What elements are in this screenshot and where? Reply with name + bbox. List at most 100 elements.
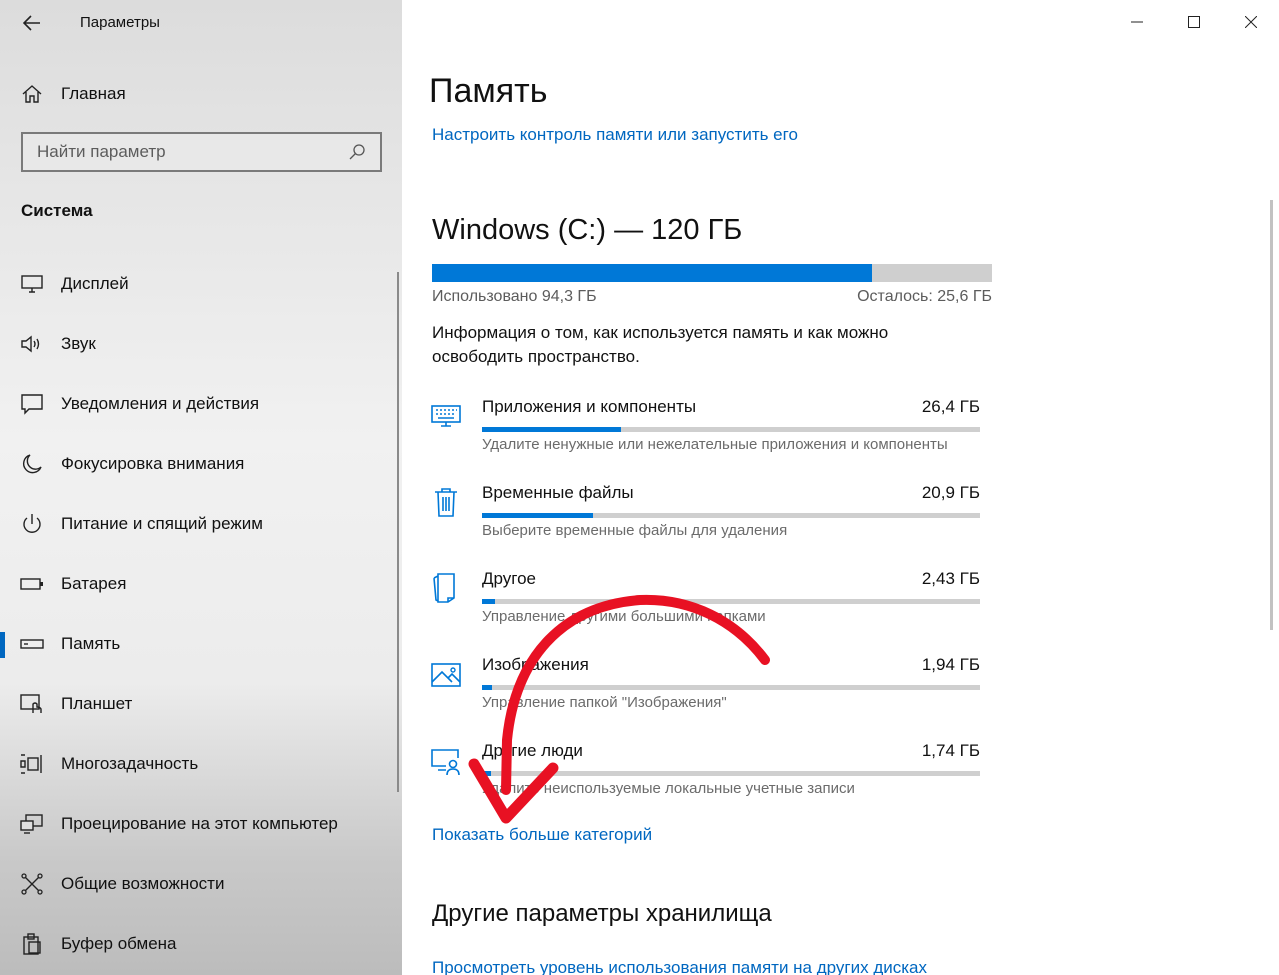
main-scrollbar[interactable] — [1270, 200, 1273, 630]
sidebar: Параметры Главная Найти параметр Система… — [0, 0, 402, 975]
storage-sense-link[interactable]: Настроить контроль памяти или запустить … — [432, 125, 798, 145]
moon-icon — [20, 452, 44, 476]
sidebar-item-tablet[interactable]: Планшет — [0, 674, 402, 734]
category-temp-files[interactable]: Временные файлы 20,9 ГБ Выберите временн… — [430, 476, 990, 562]
sidebar-item-shared-experiences[interactable]: Общие возможности — [0, 854, 402, 914]
sidebar-item-projecting[interactable]: Проецирование на этот компьютер — [0, 794, 402, 854]
sidebar-item-sound[interactable]: Звук — [0, 314, 402, 374]
storage-icon — [20, 632, 44, 656]
drive-free-text: Осталось: 25,6 ГБ — [857, 288, 992, 305]
category-size: 1,94 ГБ — [921, 655, 980, 674]
storage-info-text: Информация о том, как используется памят… — [432, 323, 889, 366]
battery-icon — [20, 572, 44, 596]
category-other-people[interactable]: Другие люди 1,74 ГБ Удалите неиспользуем… — [430, 734, 990, 820]
sidebar-item-display[interactable]: Дисплей — [0, 254, 402, 314]
category-desc: Удалите неиспользуемые локальные учетные… — [482, 780, 855, 797]
category-size: 1,74 ГБ — [921, 741, 980, 760]
shared-experiences-icon — [20, 872, 44, 896]
category-size: 20,9 ГБ — [921, 483, 980, 502]
drive-usage-bar — [432, 264, 992, 282]
sidebar-item-label: Питание и спящий режим — [61, 514, 263, 533]
category-bar — [482, 771, 980, 776]
category-bar-fill — [482, 513, 593, 518]
category-bar — [482, 599, 980, 604]
sidebar-item-label: Память — [61, 634, 121, 653]
drive-usage-fill — [432, 264, 873, 282]
category-bar — [482, 427, 980, 432]
drive-title: Windows (C:) — 120 ГБ — [432, 214, 743, 246]
sidebar-item-storage[interactable]: Память — [0, 614, 402, 674]
projector-icon — [20, 812, 44, 836]
category-name: Временные файлы — [482, 483, 634, 502]
app-title: Параметры — [80, 14, 160, 31]
sidebar-item-label: Батарея — [61, 574, 127, 593]
clipboard-icon — [20, 932, 44, 956]
close-icon — [1244, 16, 1257, 28]
sidebar-item-label: Общие возможности — [61, 874, 225, 893]
sidebar-item-label: Фокусировка внимания — [61, 454, 245, 473]
category-other[interactable]: Другое 2,43 ГБ Управление другими больши… — [430, 562, 990, 648]
category-desc: Управление папкой "Изображения" — [482, 694, 727, 711]
category-bar-fill — [482, 427, 622, 432]
trash-icon — [435, 488, 457, 517]
other-storage-settings-title: Другие параметры хранилища — [432, 900, 772, 927]
category-name: Другие люди — [482, 741, 583, 760]
category-bar-fill — [482, 771, 491, 776]
people-icon — [431, 749, 460, 776]
search-placeholder: Найти параметр — [37, 142, 166, 161]
category-name: Изображения — [482, 655, 589, 674]
sidebar-nav: Дисплей Звук Уведомления и действия Фоку… — [0, 254, 402, 974]
minimize-button[interactable] — [1108, 0, 1165, 44]
category-bar-fill — [482, 599, 495, 604]
sidebar-item-label: Буфер обмена — [61, 934, 177, 953]
category-apps[interactable]: Приложения и компоненты 26,4 ГБ Удалите … — [430, 390, 990, 476]
nav-home-label: Главная — [61, 84, 126, 103]
sidebar-item-notifications[interactable]: Уведомления и действия — [0, 374, 402, 434]
search-icon[interactable] — [348, 143, 366, 161]
main-content: Память Настроить контроль памяти или зап… — [402, 0, 1279, 975]
speaker-icon — [20, 332, 44, 356]
close-button[interactable] — [1222, 0, 1279, 44]
sidebar-item-clipboard[interactable]: Буфер обмена — [0, 914, 402, 974]
maximize-icon — [1187, 16, 1200, 28]
pictures-icon — [431, 663, 461, 687]
search-input[interactable]: Найти параметр — [21, 132, 382, 172]
power-icon — [20, 512, 44, 536]
home-icon — [22, 85, 42, 103]
minimize-icon — [1130, 21, 1143, 23]
tablet-icon — [20, 692, 44, 716]
page-title: Память — [429, 72, 548, 110]
sidebar-item-label: Звук — [61, 334, 96, 353]
category-bar-fill — [482, 685, 492, 690]
sidebar-scrollbar[interactable] — [397, 272, 399, 792]
category-name: Другое — [482, 569, 537, 588]
window-controls — [1108, 0, 1279, 44]
sidebar-item-multitasking[interactable]: Многозадачность — [0, 734, 402, 794]
other-disks-usage-link[interactable]: Просмотреть уровень использования памяти… — [432, 958, 927, 975]
category-bar — [482, 685, 980, 690]
sidebar-item-power[interactable]: Питание и спящий режим — [0, 494, 402, 554]
maximize-button[interactable] — [1165, 0, 1222, 44]
sidebar-item-battery[interactable]: Батарея — [0, 554, 402, 614]
nav-home[interactable]: Главная — [0, 74, 402, 114]
sidebar-item-label: Дисплей — [61, 274, 129, 293]
title-bar: Параметры — [0, 0, 402, 46]
apps-icon — [431, 405, 461, 427]
category-size: 2,43 ГБ — [921, 569, 980, 588]
sidebar-item-label: Планшет — [61, 694, 133, 713]
back-arrow-icon — [23, 15, 40, 31]
category-bar — [482, 513, 980, 518]
show-more-categories-link[interactable]: Показать больше категорий — [432, 825, 652, 845]
back-button[interactable] — [14, 8, 50, 38]
storage-categories: Приложения и компоненты 26,4 ГБ Удалите … — [430, 390, 990, 820]
sidebar-item-label: Уведомления и действия — [61, 394, 260, 413]
category-name: Приложения и компоненты — [482, 397, 697, 416]
category-size: 26,4 ГБ — [921, 397, 980, 416]
multitasking-icon — [20, 752, 44, 776]
sidebar-item-label: Проецирование на этот компьютер — [61, 814, 338, 833]
category-pictures[interactable]: Изображения 1,94 ГБ Управление папкой "И… — [430, 648, 990, 734]
category-desc: Управление другими большими папками — [482, 608, 766, 625]
notification-icon — [20, 392, 44, 416]
category-desc: Выберите временные файлы для удаления — [482, 522, 788, 539]
sidebar-item-focus-assist[interactable]: Фокусировка внимания — [0, 434, 402, 494]
